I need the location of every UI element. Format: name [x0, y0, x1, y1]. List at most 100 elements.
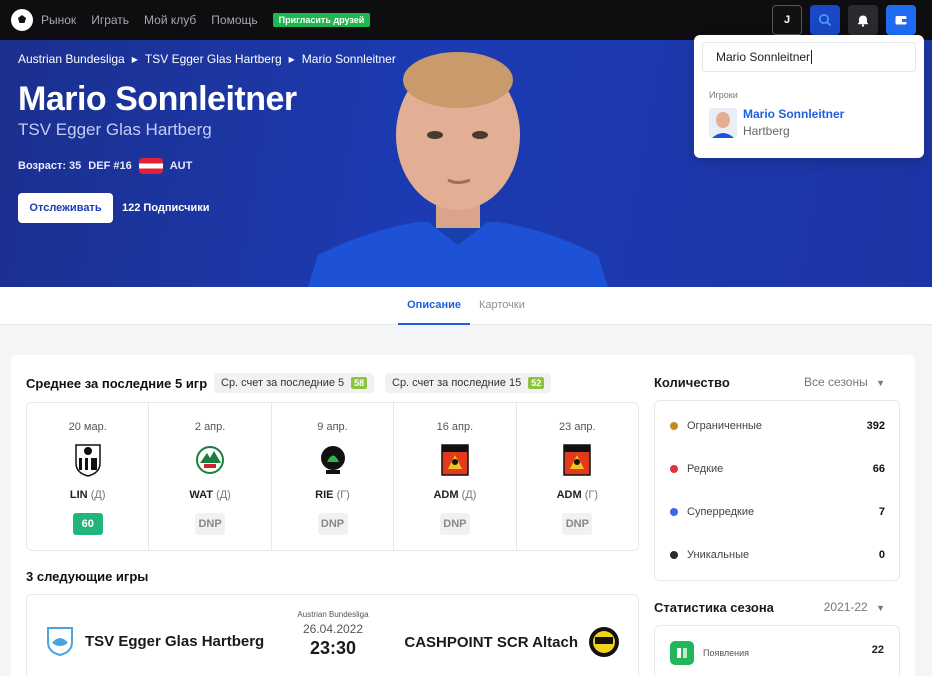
player-age: Возраст: 35	[18, 160, 82, 172]
search-dropdown: Mario Sonnleitner Игроки Mario Sonnleitn…	[694, 35, 924, 158]
quantity-row: Суперредкие 7	[670, 506, 885, 518]
opponent-code: LIN	[69, 489, 88, 501]
wattens-crest-icon	[196, 446, 225, 474]
quantity-label: Редкие	[687, 463, 724, 475]
logo-icon[interactable]	[11, 9, 33, 31]
fixture-time: 23:30	[309, 638, 357, 658]
venue: (Д)	[461, 489, 477, 501]
chevron-down-icon: ▼	[876, 603, 885, 613]
wallet-button[interactable]	[886, 5, 916, 35]
ried-crest-icon	[320, 446, 345, 474]
user-avatar-button[interactable]: J	[772, 5, 802, 35]
avg15-score: 52	[528, 377, 545, 389]
appearances-label: Появления	[703, 648, 750, 658]
nav-play-link[interactable]: Играть	[91, 13, 129, 27]
game-date: 9 апр.	[317, 421, 348, 433]
game-card[interactable]: 23 апр. ADM (Г) DNP	[517, 403, 638, 550]
quantity-title: Количество	[654, 375, 730, 390]
game-opponent: ADM (Г)	[517, 489, 638, 501]
quantity-season-select[interactable]: Все сезоны ▼	[804, 375, 885, 389]
fixture-away: CASHPOINT SCR Altach	[404, 625, 620, 659]
avg5-score: 58	[351, 377, 368, 389]
search-section-players: Игроки	[709, 90, 738, 100]
next-games-title: 3 следующие игры	[26, 569, 149, 584]
game-date: 16 апр.	[436, 421, 474, 433]
search-result-club: Hartberg	[743, 124, 790, 138]
fixture-date: 26.04.2022	[302, 622, 364, 636]
game-card[interactable]: 9 апр. RIE (Г) DNP	[272, 403, 395, 550]
game-date: 20 мар.	[68, 421, 107, 433]
search-input[interactable]: Mario Sonnleitner	[702, 42, 916, 72]
game-score: 60	[72, 513, 103, 535]
game-opponent: LIN (Д)	[27, 489, 148, 501]
austria-flag-icon	[138, 158, 163, 174]
player-meta: Возраст: 35 DEF #16 AUT	[18, 158, 192, 174]
invite-friends-button[interactable]: Пригласить друзей	[272, 13, 371, 27]
quantity-label: Суперредкие	[687, 506, 755, 518]
hartberg-crest-icon	[47, 627, 73, 657]
player-team[interactable]: TSV Egger Glas Hartberg	[18, 120, 212, 140]
altach-crest-icon	[589, 627, 619, 657]
appearances-row: Появления	[670, 641, 749, 665]
avg5-pill[interactable]: Ср. счет за последние 5 58	[214, 373, 375, 393]
tab-cards[interactable]: Карточки	[470, 287, 534, 325]
quantity-value: 392	[866, 420, 885, 432]
quantity-value: 0	[878, 549, 885, 561]
nav-help-link[interactable]: Помощь	[211, 13, 257, 27]
avg15-label: Ср. счет за последние 15	[392, 377, 522, 389]
game-card[interactable]: 16 апр. ADM (Д) DNP	[394, 403, 517, 550]
game-score: DNP	[195, 513, 226, 535]
lask-crest-icon	[74, 444, 101, 477]
admira-crest-icon	[563, 444, 592, 476]
game-card[interactable]: 2 апр. WAT (Д) DNP	[149, 403, 272, 550]
player-tabs: Описание Карточки	[0, 287, 932, 325]
player-position: DEF #16	[88, 160, 132, 172]
text-caret	[811, 50, 813, 64]
game-card[interactable]: 20 мар. LIN (Д) 60	[27, 403, 150, 550]
game-score: DNP	[317, 513, 348, 535]
follow-button[interactable]: Отслеживать	[18, 193, 113, 223]
super-rare-dot-icon	[670, 508, 678, 516]
season-stats-card: Появления 22	[654, 625, 900, 676]
fixture-card[interactable]: TSV Egger Glas Hartberg Austrian Bundesl…	[26, 594, 639, 676]
game-date: 2 апр.	[194, 421, 226, 433]
main-panel: Среднее за последние 5 игр Ср. счет за п…	[11, 355, 915, 676]
chevron-down-icon: ▼	[876, 378, 885, 388]
opponent-code: ADM	[433, 489, 459, 501]
game-opponent: WAT (Д)	[149, 489, 270, 501]
avg15-pill[interactable]: Ср. счет за последние 15 52	[385, 373, 552, 393]
fixture-home: TSV Egger Glas Hartberg	[45, 625, 264, 657]
fixture-away-team: CASHPOINT SCR Altach	[404, 633, 578, 651]
last-games: 20 мар. LIN (Д) 60 2 апр. WAT (Д) DNP 9 …	[26, 402, 639, 551]
tab-description[interactable]: Описание	[398, 287, 470, 325]
limited-dot-icon	[670, 422, 678, 430]
quantity-row: Уникальные 0	[670, 549, 885, 561]
season-stats-title: Статистика сезона	[654, 600, 774, 615]
quantity-row: Ограниченные 392	[670, 420, 885, 432]
player-photo	[308, 52, 608, 287]
search-result-item[interactable]: Mario Sonnleitner Hartberg	[709, 107, 844, 138]
game-score: DNP	[439, 513, 470, 535]
fixture-home-team: TSV Egger Glas Hartberg	[85, 632, 265, 650]
game-score: DNP	[562, 513, 593, 535]
game-opponent: RIE (Г)	[272, 489, 393, 501]
quantity-row: Редкие 66	[670, 463, 885, 475]
average-title: Среднее за последние 5 игр	[26, 376, 208, 391]
venue: (Г)	[584, 489, 599, 501]
breadcrumb-club[interactable]: TSV Egger Glas Hartberg	[145, 52, 282, 66]
avg5-label: Ср. счет за последние 5	[221, 377, 345, 389]
quantity-card: Ограниченные 392 Редкие 66 Суперредкие 7…	[654, 400, 900, 581]
followers-count: 122 Подписчики	[122, 202, 210, 214]
season-select[interactable]: 2021-22 ▼	[824, 600, 885, 614]
breadcrumb-league[interactable]: Austrian Bundesliga	[18, 52, 125, 66]
nav-market-link[interactable]: Рынок	[41, 13, 76, 27]
nav-my-club-link[interactable]: Мой клуб	[144, 13, 196, 27]
search-button[interactable]	[810, 5, 840, 35]
venue: (Д)	[216, 489, 231, 501]
chevron-right-icon: ▶	[288, 54, 295, 64]
rare-dot-icon	[670, 465, 678, 473]
search-icon	[819, 14, 832, 27]
notifications-button[interactable]	[848, 5, 878, 35]
fixture-league: Austrian Bundesliga	[297, 610, 369, 619]
quantity-value: 7	[878, 506, 885, 518]
